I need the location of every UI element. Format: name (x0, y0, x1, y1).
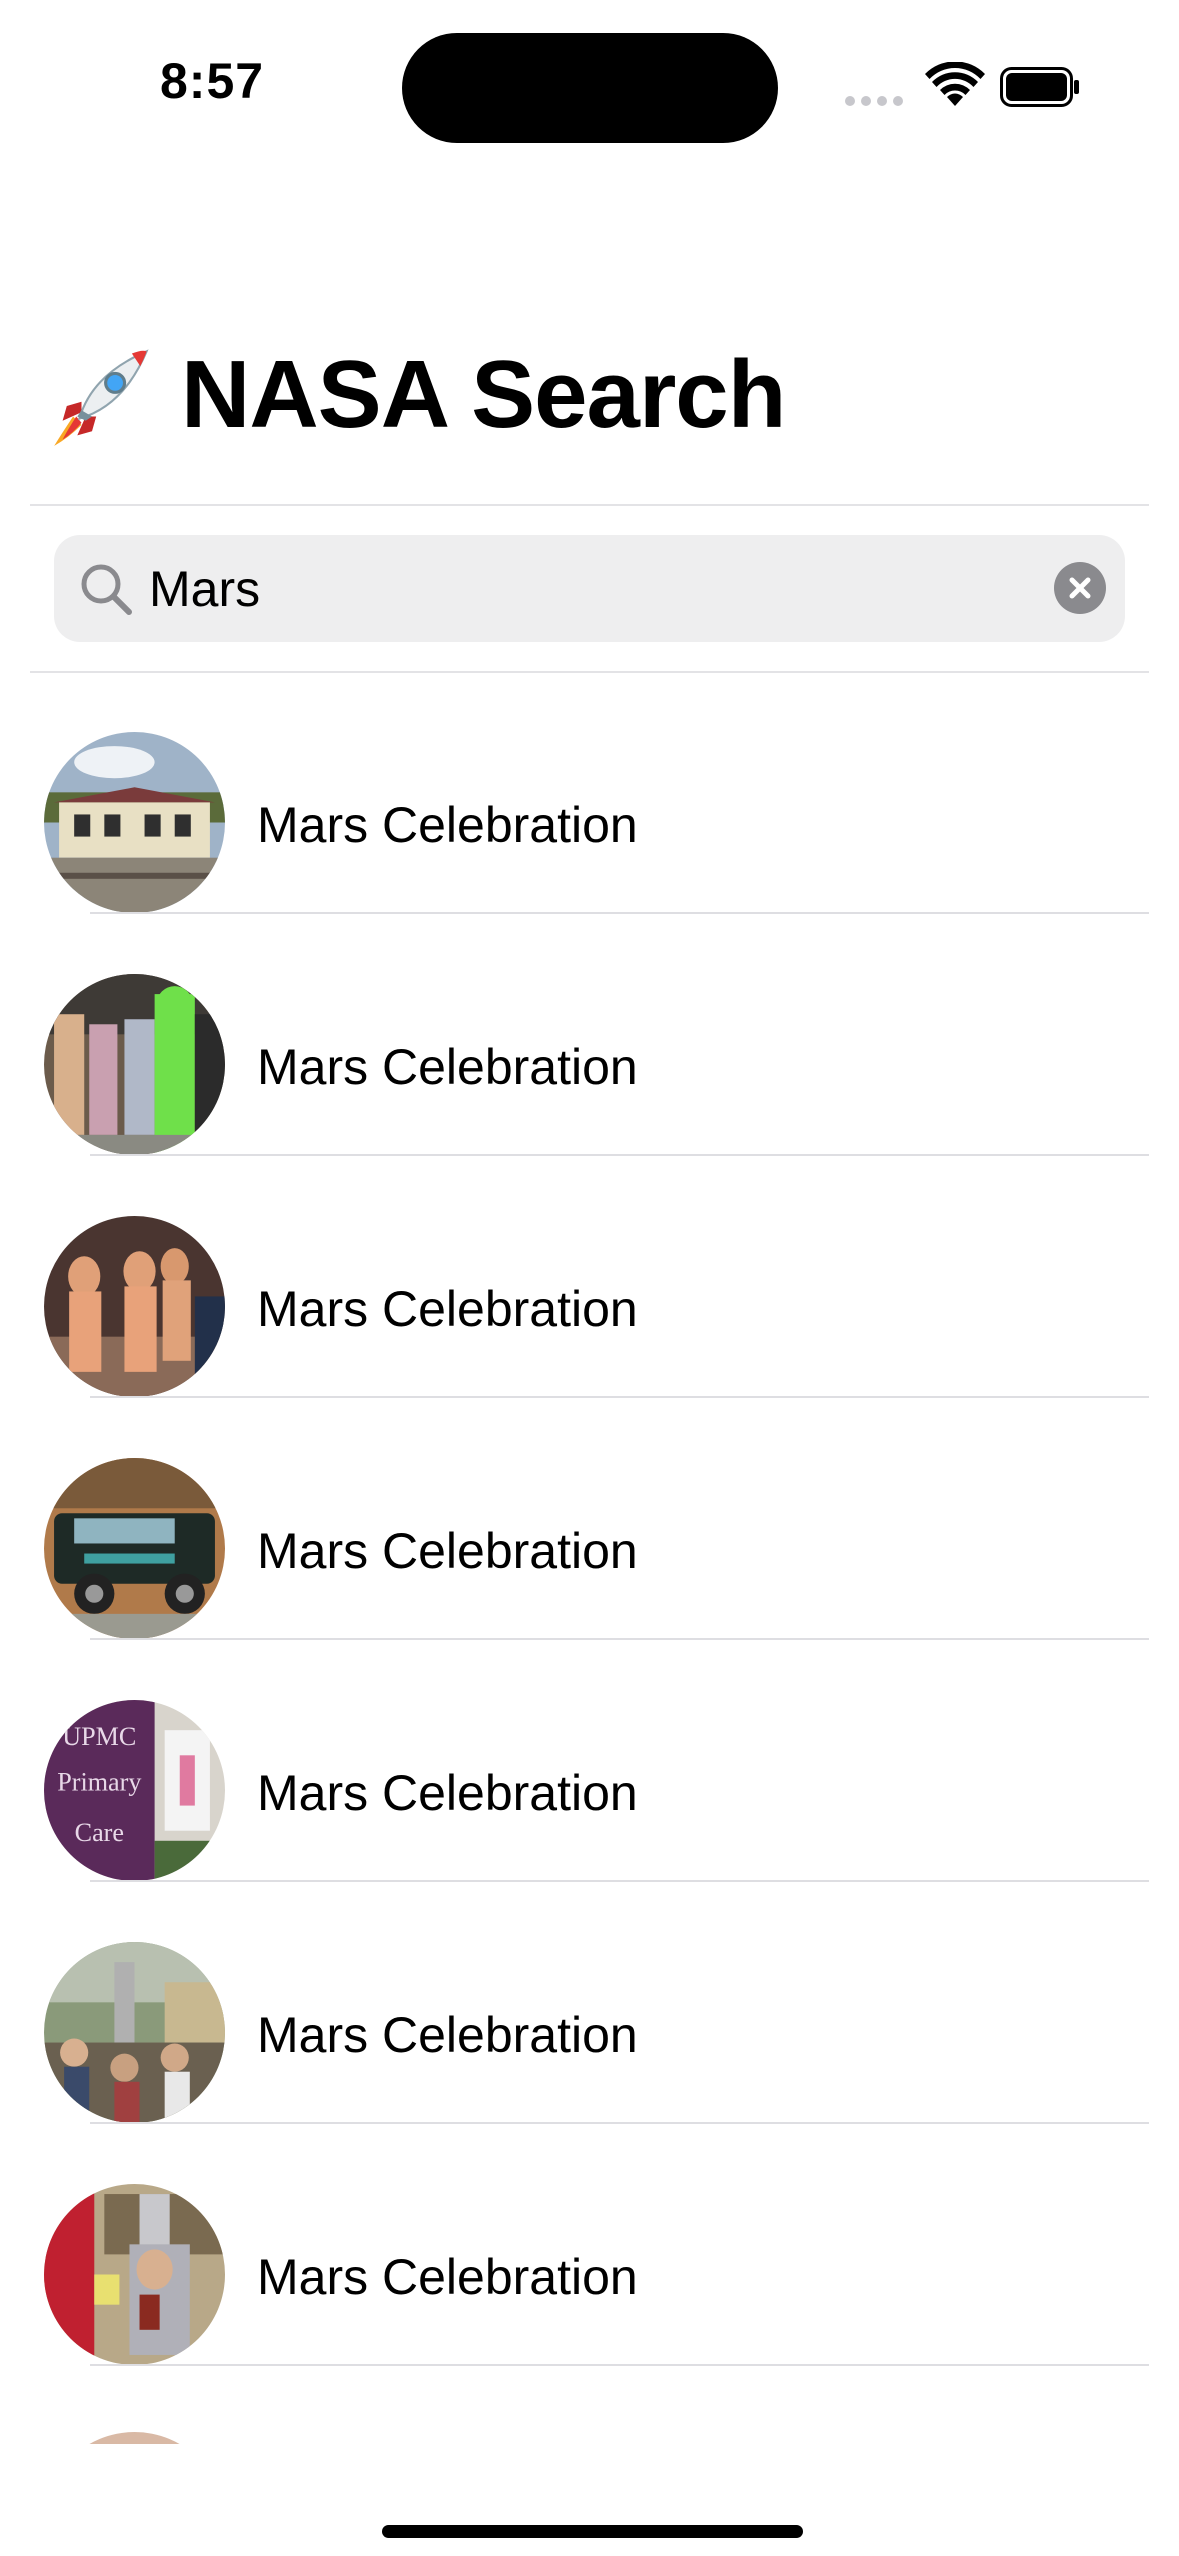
list-item[interactable]: Mars Celebration (0, 1398, 1179, 1640)
result-title: Mars Celebration (257, 1523, 638, 1579)
search-input[interactable] (149, 557, 979, 621)
list-item[interactable]: UPMC Primary Care Mars Celebration (0, 1640, 1179, 1882)
result-title: Mars Celebration (257, 2007, 638, 2063)
list-item[interactable]: Mars Celebration (0, 672, 1179, 914)
svg-text:Care: Care (75, 1818, 124, 1847)
home-indicator[interactable] (382, 2525, 803, 2538)
svg-text:UPMC: UPMC (62, 1722, 136, 1751)
result-thumbnail: UPMC Primary Care (44, 1700, 225, 1881)
header-divider (30, 504, 1149, 506)
svg-text:Primary: Primary (57, 1768, 141, 1797)
dynamic-island (402, 33, 778, 143)
list-item[interactable]: Mars Celebration (0, 2124, 1179, 2366)
result-title: Mars Celebration (257, 1039, 638, 1095)
search-icon (81, 564, 132, 615)
battery-icon (1000, 67, 1079, 107)
list-item[interactable]: Mars Celebration (0, 914, 1179, 1156)
search-field[interactable] (54, 535, 1125, 642)
result-thumbnail-partial (44, 2432, 225, 2444)
result-thumbnail (44, 732, 225, 913)
result-title: Mars Celebration (257, 1281, 638, 1337)
row-separator (90, 2364, 1149, 2366)
clear-search-button[interactable] (1054, 562, 1106, 614)
list-item[interactable]: Mars Celebration (0, 1156, 1179, 1398)
list-item[interactable]: Mars Celebration (0, 1882, 1179, 2124)
result-thumbnail (44, 974, 225, 1155)
result-thumbnail (44, 1942, 225, 2123)
cellular-signal-icon (845, 96, 907, 106)
result-thumbnail (44, 1216, 225, 1397)
rocket-icon (54, 348, 149, 446)
wifi-icon (925, 62, 985, 106)
status-time: 8:57 (160, 53, 265, 109)
result-thumbnail (44, 2184, 225, 2365)
results-list: Mars Celebration Mars Celebration Mars C… (0, 672, 1179, 2366)
result-thumbnail (44, 1458, 225, 1639)
page-header: NASA Search (50, 340, 786, 450)
page-title: NASA Search (181, 341, 786, 448)
close-icon (1069, 577, 1091, 599)
result-title: Mars Celebration (257, 797, 638, 853)
result-title: Mars Celebration (257, 1765, 638, 1821)
result-title: Mars Celebration (257, 2249, 638, 2305)
